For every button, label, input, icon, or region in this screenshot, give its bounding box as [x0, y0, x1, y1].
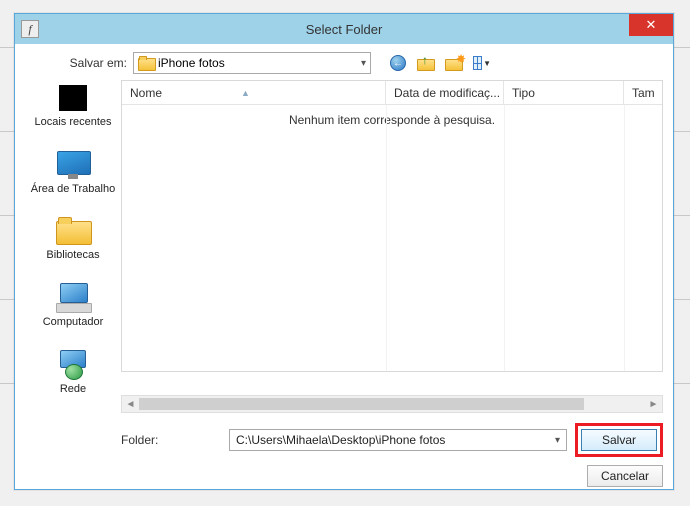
sort-asc-icon: ▲: [241, 88, 250, 98]
new-folder-icon: ✸: [445, 55, 463, 71]
computer-icon: [56, 283, 90, 313]
select-folder-dialog: f Select Folder ✕ Salvar em: iPhone foto…: [14, 13, 674, 490]
view-menu-button[interactable]: ▼: [473, 54, 491, 72]
back-icon: ←: [390, 55, 406, 71]
column-size[interactable]: Tam: [624, 81, 662, 104]
chevron-down-icon[interactable]: ▾: [361, 58, 366, 69]
recent-icon: [59, 85, 87, 111]
save-in-row: Salvar em: iPhone fotos ▾ ← ↑ ✸: [57, 52, 663, 74]
place-desktop[interactable]: Área de Trabalho: [31, 149, 115, 196]
window-title: Select Folder: [15, 22, 673, 37]
empty-list-message: Nenhum item corresponde à pesquisa.: [122, 105, 662, 127]
view-grid-icon: [473, 56, 482, 70]
close-button[interactable]: ✕: [629, 14, 673, 36]
column-headers[interactable]: Nome ▲ Data de modificaç... Tipo Tam: [122, 81, 662, 105]
folder-path-value: C:\Users\Mihaela\Desktop\iPhone fotos: [236, 433, 445, 447]
folder-path-combo[interactable]: C:\Users\Mihaela\Desktop\iPhone fotos ▾: [229, 429, 567, 451]
scroll-right-button[interactable]: ►: [645, 396, 662, 412]
app-icon: f: [21, 20, 39, 38]
new-folder-button[interactable]: ✸: [445, 54, 463, 72]
column-name[interactable]: Nome ▲: [122, 81, 386, 104]
save-button[interactable]: Salvar: [581, 429, 657, 451]
desktop-icon: [57, 151, 89, 179]
titlebar[interactable]: f Select Folder ✕: [15, 14, 673, 44]
folder-icon: [138, 56, 154, 70]
place-label: Bibliotecas: [46, 249, 99, 262]
scroll-track[interactable]: [139, 396, 645, 412]
chevron-down-icon: ▼: [483, 59, 491, 68]
scroll-left-button[interactable]: ◄: [122, 396, 139, 412]
folder-label: Folder:: [121, 433, 221, 447]
scroll-thumb[interactable]: [139, 398, 584, 410]
place-label: Locais recentes: [34, 116, 111, 129]
file-list[interactable]: Nome ▲ Data de modificaç... Tipo Tam Nen…: [121, 80, 663, 372]
cancel-button[interactable]: Cancelar: [587, 465, 663, 487]
place-label: Computador: [43, 316, 104, 329]
savein-toolbar: ← ↑ ✸ ▼: [389, 54, 491, 72]
place-network[interactable]: Rede: [56, 349, 90, 396]
place-label: Rede: [60, 383, 86, 396]
chevron-down-icon[interactable]: ▾: [555, 435, 560, 446]
up-folder-icon: ↑: [417, 55, 435, 71]
places-bar: Locais recentes Área de Trabalho Bibliot…: [25, 80, 121, 395]
highlight-save-button: Salvar: [575, 423, 663, 457]
save-in-combo[interactable]: iPhone fotos ▾: [133, 52, 371, 74]
horizontal-scrollbar[interactable]: ◄ ►: [121, 395, 663, 413]
save-in-value: iPhone fotos: [158, 56, 225, 70]
column-modified[interactable]: Data de modificaç...: [386, 81, 504, 104]
place-libraries[interactable]: Bibliotecas: [46, 215, 99, 262]
save-in-label: Salvar em:: [57, 56, 127, 70]
column-name-label: Nome: [130, 86, 162, 100]
libraries-icon: [56, 217, 90, 245]
up-one-level-button[interactable]: ↑: [417, 54, 435, 72]
place-label: Área de Trabalho: [31, 183, 115, 196]
place-computer[interactable]: Computador: [43, 282, 104, 329]
column-type[interactable]: Tipo: [504, 81, 624, 104]
back-button[interactable]: ←: [389, 54, 407, 72]
network-icon: [57, 350, 89, 380]
place-recent[interactable]: Locais recentes: [34, 82, 111, 129]
